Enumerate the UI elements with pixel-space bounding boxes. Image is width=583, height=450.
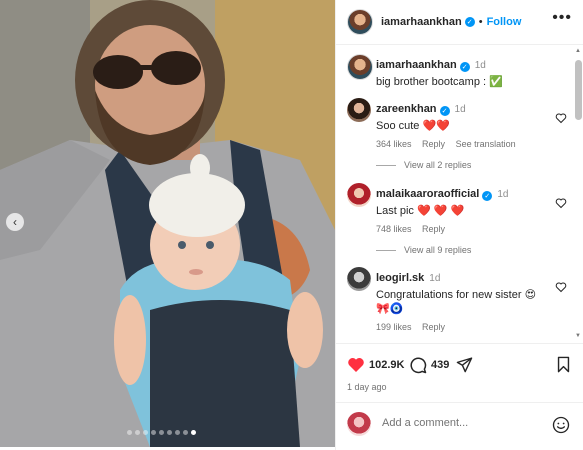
- see-translation-button[interactable]: See translation: [456, 139, 516, 149]
- post-actions: 102.9K 439 1 day ago: [336, 343, 583, 392]
- caption-text: big brother bootcamp : ✅: [376, 76, 503, 88]
- comment-username[interactable]: leogirl.sk: [376, 272, 424, 284]
- comment-text: Congratulations for new sister 😍🎀🧿: [376, 289, 537, 315]
- carousel-dot: [135, 430, 140, 435]
- comment-likes[interactable]: 364 likes: [376, 139, 412, 149]
- comment-likes[interactable]: 199 likes: [376, 322, 412, 332]
- add-comment-input[interactable]: [380, 416, 544, 430]
- reply-button[interactable]: Reply: [422, 322, 445, 332]
- comment-count: 439: [431, 359, 450, 371]
- like-comment-heart-icon[interactable]: [555, 281, 567, 293]
- reply-button[interactable]: Reply: [422, 224, 445, 234]
- comment-button[interactable]: 439: [409, 356, 449, 374]
- carousel-dot: [143, 430, 148, 435]
- comment-text: Last pic ❤️ ❤️ ❤️: [376, 205, 465, 217]
- carousel-dot: [127, 430, 132, 435]
- like-count[interactable]: 102.9K: [369, 359, 404, 371]
- bookmark-icon: [557, 356, 570, 373]
- like-button[interactable]: 102.9K: [347, 356, 404, 373]
- post-photo-illustration: [0, 0, 335, 447]
- add-comment-bar: [336, 402, 583, 449]
- more-options-icon[interactable]: •••: [552, 10, 572, 26]
- caption-avatar[interactable]: [347, 54, 373, 80]
- carousel-indicator: [127, 430, 196, 435]
- follow-button[interactable]: Follow: [487, 16, 522, 28]
- post-header: iamarhaankhan ✓ • Follow •••: [336, 0, 583, 45]
- share-button[interactable]: [456, 356, 473, 373]
- carousel-dot: [167, 430, 172, 435]
- comment-username[interactable]: zareenkhan: [376, 103, 437, 115]
- view-replies-button[interactable]: View all 2 replies: [376, 160, 471, 170]
- save-button[interactable]: [556, 356, 571, 373]
- carousel-dot: [151, 430, 156, 435]
- carousel-dot: [183, 430, 188, 435]
- comment-time: 1d: [497, 189, 509, 200]
- comment-text: Soo cute ❤️❤️: [376, 120, 450, 132]
- view-replies-button[interactable]: View all 9 replies: [376, 245, 471, 255]
- carousel-dot: [159, 430, 164, 435]
- carousel-dot: [191, 430, 196, 435]
- post-timestamp[interactable]: 1 day ago: [347, 382, 387, 392]
- chevron-left-icon: ‹: [13, 215, 17, 229]
- verified-badge-icon: ✓: [439, 106, 450, 116]
- smiley-icon[interactable]: [552, 416, 570, 434]
- heart-filled-icon: [348, 358, 364, 372]
- verified-badge-icon: ✓: [464, 17, 475, 27]
- verified-badge-icon: ✓: [459, 62, 470, 72]
- comments-scrollbar[interactable]: [575, 60, 582, 120]
- verified-badge-icon: ✓: [482, 191, 493, 201]
- comment-username[interactable]: malaikaaroraofficial: [376, 188, 479, 200]
- post-image[interactable]: ‹: [0, 0, 335, 447]
- carousel-dot: [175, 430, 180, 435]
- comment-likes[interactable]: 748 likes: [376, 224, 412, 234]
- caption-time: 1d: [474, 60, 486, 71]
- scroll-down-arrow-icon[interactable]: ▼: [575, 333, 581, 339]
- scroll-up-arrow-icon[interactable]: ▲: [575, 48, 581, 54]
- separator-dot: •: [478, 16, 483, 28]
- comments-list[interactable]: iamarhaankhan ✓ 1d big brother bootcamp : …: [336, 45, 572, 343]
- author-avatar[interactable]: [347, 9, 373, 35]
- author-username[interactable]: iamarhaankhan: [381, 16, 462, 28]
- current-user-avatar: [347, 412, 371, 436]
- post-details-pane: iamarhaankhan ✓ • Follow ••• iamarhaankh…: [335, 0, 583, 450]
- comment-bubble-icon: [410, 357, 427, 374]
- commenter-avatar[interactable]: [347, 98, 371, 122]
- caption-username[interactable]: iamarhaankhan: [376, 59, 457, 71]
- paper-plane-icon: [456, 357, 473, 373]
- like-comment-heart-icon[interactable]: [555, 112, 567, 124]
- like-comment-heart-icon[interactable]: [555, 197, 567, 209]
- reply-button[interactable]: Reply: [422, 139, 445, 149]
- comment-time: 1d: [429, 273, 441, 284]
- comment-time: 1d: [454, 104, 466, 115]
- commenter-avatar[interactable]: [347, 267, 371, 291]
- previous-image-button[interactable]: ‹: [6, 213, 24, 231]
- commenter-avatar[interactable]: [347, 183, 371, 207]
